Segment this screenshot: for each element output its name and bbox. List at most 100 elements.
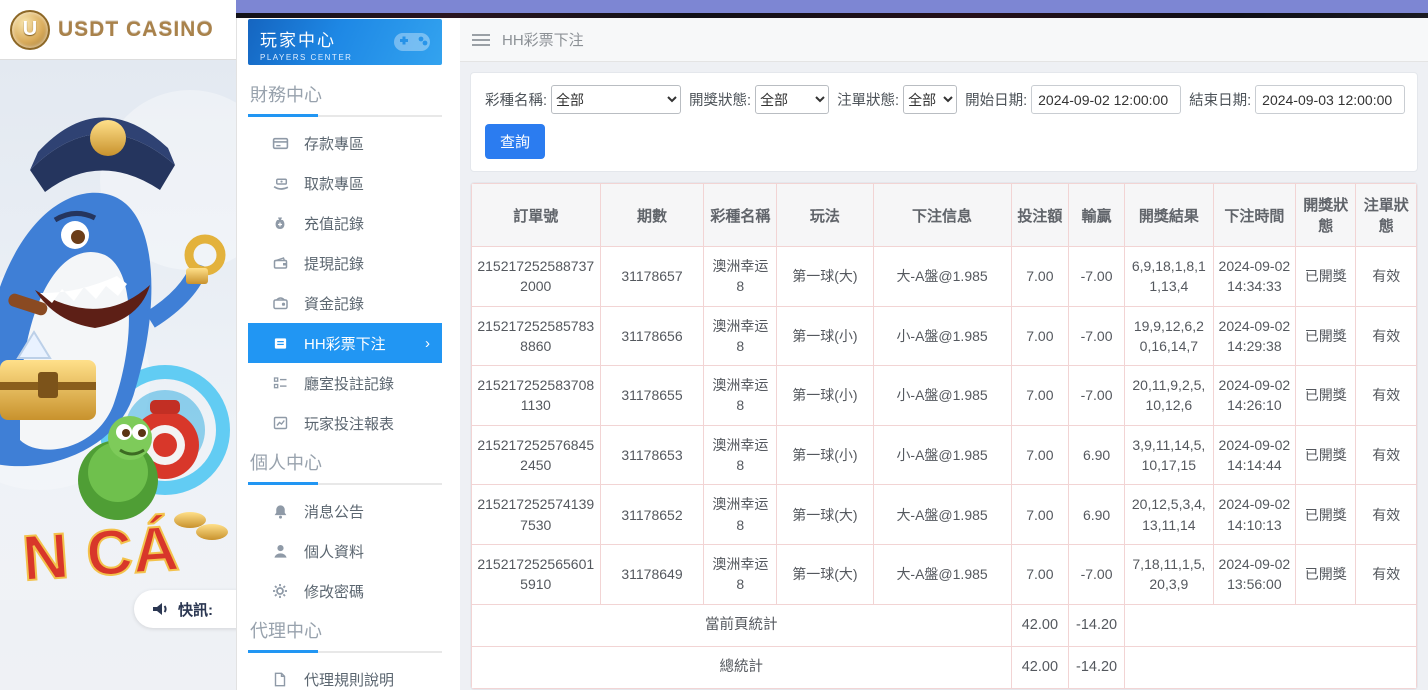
cell-bet-time: 2024-09-02 13:56:00 xyxy=(1213,544,1295,604)
draw-status-select[interactable]: 全部 xyxy=(755,85,829,114)
main-header: HH彩票下注 xyxy=(460,18,1428,62)
bell-icon xyxy=(272,502,290,520)
cell-win-loss: 6.90 xyxy=(1069,485,1125,545)
section-underline xyxy=(248,483,442,485)
cell-order-status: 有效 xyxy=(1356,306,1417,366)
start-date-input[interactable] xyxy=(1031,85,1181,114)
sidebar-item-recharge-record[interactable]: 充值記錄 xyxy=(248,203,442,243)
sidebar-item-label: 取款專區 xyxy=(304,173,364,194)
sidebar-item-withdraw-area[interactable]: 取款專區 xyxy=(248,163,442,203)
cell-play-type: 第一球(小) xyxy=(777,425,873,485)
cell-bet-info: 大-A盤@1.985 xyxy=(873,544,1011,604)
summary-label: 總統計 xyxy=(472,646,1012,688)
lottery-doc-icon xyxy=(272,334,290,352)
section-underline xyxy=(248,115,442,117)
cell-draw-result: 20,12,5,3,4,13,11,14 xyxy=(1124,485,1213,545)
cell-order-no: 2152172525857838860 xyxy=(472,306,601,366)
sidebar-item-label: 消息公告 xyxy=(304,501,364,522)
table-row[interactable]: 215217252588737200031178657澳洲幸运8第一球(大)大-… xyxy=(472,247,1417,307)
cell-bet-time: 2024-09-02 14:29:38 xyxy=(1213,306,1295,366)
summary-win-loss: -14.20 xyxy=(1069,646,1125,688)
sidebar-item-hh-lottery-bets[interactable]: HH彩票下注 › xyxy=(248,323,442,363)
cell-play-type: 第一球(小) xyxy=(777,306,873,366)
section-underline xyxy=(248,651,442,653)
summary-empty xyxy=(1124,646,1416,688)
sidebar-item-label: HH彩票下注 xyxy=(304,333,386,354)
page-total-row: 當前頁統計42.00-14.20 xyxy=(472,604,1417,646)
lottery-name-select[interactable]: 全部 xyxy=(551,85,681,114)
cell-bet-info: 大-A盤@1.985 xyxy=(873,485,1011,545)
col-header-draw-result: 開獎結果 xyxy=(1124,184,1213,247)
cell-play-type: 第一球(小) xyxy=(777,366,873,426)
gear-icon xyxy=(272,582,290,600)
top-purple-bar xyxy=(236,0,1428,13)
wallet-icon xyxy=(272,254,290,272)
cell-draw-result: 19,9,12,6,20,16,14,7 xyxy=(1124,306,1213,366)
lottery-name-label: 彩種名稱: xyxy=(485,89,547,110)
cell-play-type: 第一球(大) xyxy=(777,247,873,307)
cell-lottery-name: 澳洲幸运8 xyxy=(704,485,777,545)
summary-label: 當前頁統計 xyxy=(472,604,1012,646)
order-status-select[interactable]: 全部 xyxy=(903,85,957,114)
table-row[interactable]: 215217252585783886031178656澳洲幸运8第一球(小)小-… xyxy=(472,306,1417,366)
ticker-label: 快訊: xyxy=(178,599,213,620)
end-date-input[interactable] xyxy=(1255,85,1405,114)
cell-order-no: 2152172525887372000 xyxy=(472,247,601,307)
search-button[interactable]: 查詢 xyxy=(485,124,545,159)
sidebar-item-funds-record[interactable]: 資金記錄 xyxy=(248,283,442,323)
sidebar-item-profile[interactable]: 個人資料 xyxy=(248,531,442,571)
cell-win-loss: 6.90 xyxy=(1069,425,1125,485)
col-header-period: 期數 xyxy=(600,184,704,247)
coin-purse-icon xyxy=(272,294,290,312)
order-status-label: 注單狀態: xyxy=(837,89,899,110)
cell-bet-time: 2024-09-02 14:34:33 xyxy=(1213,247,1295,307)
col-header-win-loss: 輸贏 xyxy=(1069,184,1125,247)
cell-lottery-name: 澳洲幸运8 xyxy=(704,306,777,366)
cell-bet-amount: 7.00 xyxy=(1011,366,1069,426)
sidebar-item-player-bet-report[interactable]: 玩家投注報表 xyxy=(248,403,442,443)
cell-order-no: 2152172525741397530 xyxy=(472,485,601,545)
brand-logo[interactable]: U USDT CASINO xyxy=(0,0,236,60)
sidebar-item-agent-rules[interactable]: 代理規則說明 xyxy=(248,659,442,690)
sidebar-item-announcements[interactable]: 消息公告 xyxy=(248,491,442,531)
table-row[interactable]: 215217252574139753031178652澳洲幸运8第一球(大)大-… xyxy=(472,485,1417,545)
cell-lottery-name: 澳洲幸运8 xyxy=(704,544,777,604)
cell-draw-status: 已開獎 xyxy=(1295,485,1355,545)
sidebar-item-room-bet-record[interactable]: 廳室投註記錄 xyxy=(248,363,442,403)
col-header-order-status: 注單狀態 xyxy=(1356,184,1417,247)
menu-toggle-icon[interactable] xyxy=(472,34,490,46)
cell-period: 31178652 xyxy=(600,485,704,545)
cell-bet-info: 小-A盤@1.985 xyxy=(873,306,1011,366)
sidebar: 玩家中心 PLAYERS CENTER 財務中心存款專區取款專區充值記錄提現記錄… xyxy=(236,18,460,690)
sidebar-section-title: 個人中心 xyxy=(248,443,442,483)
sidebar-item-label: 提現記錄 xyxy=(304,253,364,274)
chevron-right-icon: › xyxy=(425,335,430,352)
sidebar-item-change-password[interactable]: 修改密碼 xyxy=(248,571,442,611)
cell-period: 31178653 xyxy=(600,425,704,485)
cell-bet-amount: 7.00 xyxy=(1011,485,1069,545)
sidebar-item-label: 代理規則說明 xyxy=(304,669,394,690)
page-title: HH彩票下注 xyxy=(502,29,584,50)
draw-status-label: 開獎狀態: xyxy=(689,89,751,110)
cell-draw-result: 7,18,11,1,5,20,3,9 xyxy=(1124,544,1213,604)
cell-bet-amount: 7.00 xyxy=(1011,247,1069,307)
col-header-bet-time: 下注時間 xyxy=(1213,184,1295,247)
col-header-bet-info: 下注信息 xyxy=(873,184,1011,247)
table-row[interactable]: 215217252583708113031178655澳洲幸运8第一球(小)小-… xyxy=(472,366,1417,426)
cell-order-status: 有效 xyxy=(1356,544,1417,604)
news-ticker[interactable]: 快訊: xyxy=(134,590,236,628)
table-header-row: 訂單號期數彩種名稱玩法下注信息投注額輸贏開獎結果下注時間開獎狀態注單狀態 xyxy=(472,184,1417,247)
player-center-screen: U USDT CASINO xyxy=(0,0,1428,690)
cell-lottery-name: 澳洲幸运8 xyxy=(704,247,777,307)
sidebar-item-label: 廳室投註記錄 xyxy=(304,373,394,394)
sidebar-item-deposit-area[interactable]: 存款專區 xyxy=(248,123,442,163)
cell-draw-status: 已開獎 xyxy=(1295,306,1355,366)
money-bag-icon xyxy=(272,214,290,232)
sidebar-item-label: 充值記錄 xyxy=(304,213,364,234)
table-row[interactable]: 215217252576845245031178653澳洲幸运8第一球(小)小-… xyxy=(472,425,1417,485)
sidebar-item-withdraw-record[interactable]: 提現記錄 xyxy=(248,243,442,283)
cell-bet-time: 2024-09-02 14:10:13 xyxy=(1213,485,1295,545)
hand-money-icon xyxy=(272,174,290,192)
table-row[interactable]: 215217252565601591031178649澳洲幸运8第一球(大)大-… xyxy=(472,544,1417,604)
cell-period: 31178649 xyxy=(600,544,704,604)
